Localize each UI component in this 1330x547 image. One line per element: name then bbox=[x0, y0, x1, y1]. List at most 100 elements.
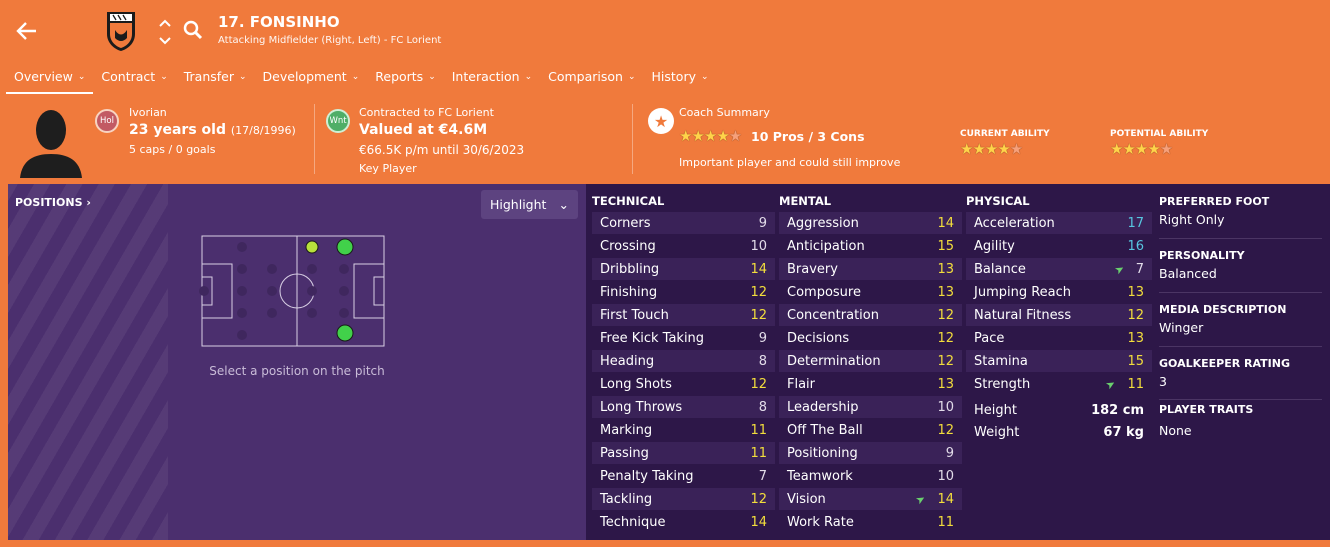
attribute-value: 13 bbox=[1127, 284, 1144, 300]
nationality: Ivorian bbox=[129, 106, 167, 119]
attribute-value: 11 bbox=[750, 445, 767, 461]
attribute-row[interactable]: Dribbling 14 bbox=[592, 258, 775, 280]
attribute-row[interactable]: Technique 14 bbox=[592, 511, 775, 533]
potential-ability-stars: ★★★★★ bbox=[1110, 140, 1173, 158]
pitch-hint: Select a position on the pitch bbox=[209, 364, 385, 378]
attribute-row[interactable]: Jumping Reach 13 bbox=[966, 281, 1152, 303]
tab-history[interactable]: History ⌄ bbox=[644, 62, 717, 94]
attribute-row[interactable]: Off The Ball 12 bbox=[779, 419, 962, 441]
player-traits-label: PLAYER TRAITS bbox=[1159, 403, 1254, 416]
attribute-row[interactable]: Tackling 12 bbox=[592, 488, 775, 510]
attribute-name: Balance bbox=[974, 261, 1026, 277]
attribute-row[interactable]: Strength ➤ 11 bbox=[966, 373, 1152, 395]
attribute-row[interactable]: Concentration 12 bbox=[779, 304, 962, 326]
attribute-row[interactable]: Acceleration 17 bbox=[966, 212, 1152, 234]
attribute-row[interactable]: Penalty Taking 7 bbox=[592, 465, 775, 487]
height-row: Height 182 cm bbox=[974, 402, 1144, 418]
attribute-row[interactable]: Bravery 13 bbox=[779, 258, 962, 280]
player-name: 17. FONSINHO bbox=[218, 13, 340, 31]
attribute-row[interactable]: Work Rate 11 bbox=[779, 511, 962, 533]
highlight-dropdown[interactable]: Highlight ⌄ bbox=[481, 190, 578, 219]
tab-transfer[interactable]: Transfer ⌄ bbox=[176, 62, 255, 94]
search-icon[interactable] bbox=[183, 20, 203, 40]
attribute-row[interactable]: Agility 16 bbox=[966, 235, 1152, 257]
attribute-name: Teamwork bbox=[787, 468, 853, 484]
attribute-value: 10 bbox=[937, 468, 954, 484]
pros-cons[interactable]: 10 Pros / 3 Cons bbox=[751, 129, 865, 144]
attribute-name: Long Shots bbox=[600, 376, 672, 392]
attribute-row[interactable]: Long Throws 8 bbox=[592, 396, 775, 418]
tab-development[interactable]: Development ⌄ bbox=[255, 62, 368, 94]
tab-interaction[interactable]: Interaction ⌄ bbox=[444, 62, 540, 94]
attribute-row[interactable]: Aggression 14 bbox=[779, 212, 962, 234]
divider bbox=[1159, 399, 1322, 400]
attribute-row[interactable]: Finishing 12 bbox=[592, 281, 775, 303]
divider bbox=[1159, 238, 1322, 239]
attribute-row[interactable]: Passing 11 bbox=[592, 442, 775, 464]
back-arrow-icon[interactable] bbox=[14, 18, 40, 44]
attribute-row[interactable]: Crossing 10 bbox=[592, 235, 775, 257]
tab-contract[interactable]: Contract ⌄ bbox=[93, 62, 175, 94]
contracted-to: Contracted to FC Lorient bbox=[359, 106, 494, 119]
nationality-badge: Hol bbox=[95, 109, 119, 133]
tab-reports[interactable]: Reports ⌄ bbox=[367, 62, 444, 94]
attribute-name: Work Rate bbox=[787, 514, 854, 530]
attribute-row[interactable]: Balance ➤ 7 bbox=[966, 258, 1152, 280]
tab-overview[interactable]: Overview ⌄ bbox=[6, 62, 94, 94]
tab-comparison[interactable]: Comparison ⌄ bbox=[540, 62, 643, 94]
attribute-value: 9 bbox=[758, 330, 767, 346]
attribute-name: Pace bbox=[974, 330, 1005, 346]
attribute-row[interactable]: Decisions 12 bbox=[779, 327, 962, 349]
attribute-row[interactable]: Vision ➤ 14 bbox=[779, 488, 962, 510]
attribute-value: 7 bbox=[758, 468, 767, 484]
attribute-row[interactable]: Teamwork 10 bbox=[779, 465, 962, 487]
prev-next-player-icon[interactable] bbox=[158, 18, 172, 46]
attribute-value: 12 bbox=[750, 307, 767, 323]
positions-panel: POSITIONS › Highlight ⌄ Select a positio… bbox=[8, 184, 586, 540]
attribute-name: Corners bbox=[600, 215, 651, 231]
attribute-row[interactable]: Natural Fitness 12 bbox=[966, 304, 1152, 326]
attribute-row[interactable]: Flair 13 bbox=[779, 373, 962, 395]
attribute-row[interactable]: Long Shots 12 bbox=[592, 373, 775, 395]
attribute-name: Long Throws bbox=[600, 399, 683, 415]
attribute-row[interactable]: Corners 9 bbox=[592, 212, 775, 234]
attribute-row[interactable]: Stamina 15 bbox=[966, 350, 1152, 372]
attribute-row[interactable]: Leadership 10 bbox=[779, 396, 962, 418]
attribute-row[interactable]: Marking 11 bbox=[592, 419, 775, 441]
attribute-row[interactable]: Composure 13 bbox=[779, 281, 962, 303]
position-pitch[interactable] bbox=[194, 234, 398, 354]
attribute-row[interactable]: Free Kick Taking 9 bbox=[592, 327, 775, 349]
attribute-name: Marking bbox=[600, 422, 653, 438]
attribute-name: Jumping Reach bbox=[974, 284, 1072, 300]
attribute-name: Off The Ball bbox=[787, 422, 863, 438]
attribute-name: Free Kick Taking bbox=[600, 330, 705, 346]
attribute-value: 14 bbox=[750, 261, 767, 277]
attribute-name: Penalty Taking bbox=[600, 468, 694, 484]
attribute-row[interactable]: First Touch 12 bbox=[592, 304, 775, 326]
attribute-name: Determination bbox=[787, 353, 881, 369]
chevron-down-icon: ⌄ bbox=[239, 72, 247, 82]
player-value: Valued at €4.6M bbox=[359, 122, 488, 138]
attribute-value: 13 bbox=[1127, 330, 1144, 346]
attribute-row[interactable]: Positioning 9 bbox=[779, 442, 962, 464]
attribute-name: Anticipation bbox=[787, 238, 865, 254]
media-description-label: MEDIA DESCRIPTION bbox=[1159, 303, 1287, 316]
chevron-down-icon: ⌄ bbox=[558, 197, 569, 212]
attribute-row[interactable]: Pace 13 bbox=[966, 327, 1152, 349]
positions-title[interactable]: POSITIONS › bbox=[15, 196, 91, 209]
attribute-value: 12 bbox=[1127, 307, 1144, 323]
personality: Balanced bbox=[1159, 266, 1217, 281]
decorative-stripes bbox=[8, 184, 168, 540]
attribute-row[interactable]: Anticipation 15 bbox=[779, 235, 962, 257]
attribute-row[interactable]: Heading 8 bbox=[592, 350, 775, 372]
attribute-value: 13 bbox=[937, 261, 954, 277]
goalkeeper-rating-label: GOALKEEPER RATING bbox=[1159, 357, 1290, 370]
attribute-value: 15 bbox=[937, 238, 954, 254]
coach-star-icon: ★ bbox=[648, 108, 674, 134]
attribute-name: Flair bbox=[787, 376, 816, 392]
attribute-value: 14 bbox=[750, 514, 767, 530]
preferred-foot-label: PREFERRED FOOT bbox=[1159, 195, 1270, 208]
attribute-value: 8 bbox=[758, 399, 767, 415]
media-description: Winger bbox=[1159, 320, 1204, 335]
attribute-row[interactable]: Determination 12 bbox=[779, 350, 962, 372]
